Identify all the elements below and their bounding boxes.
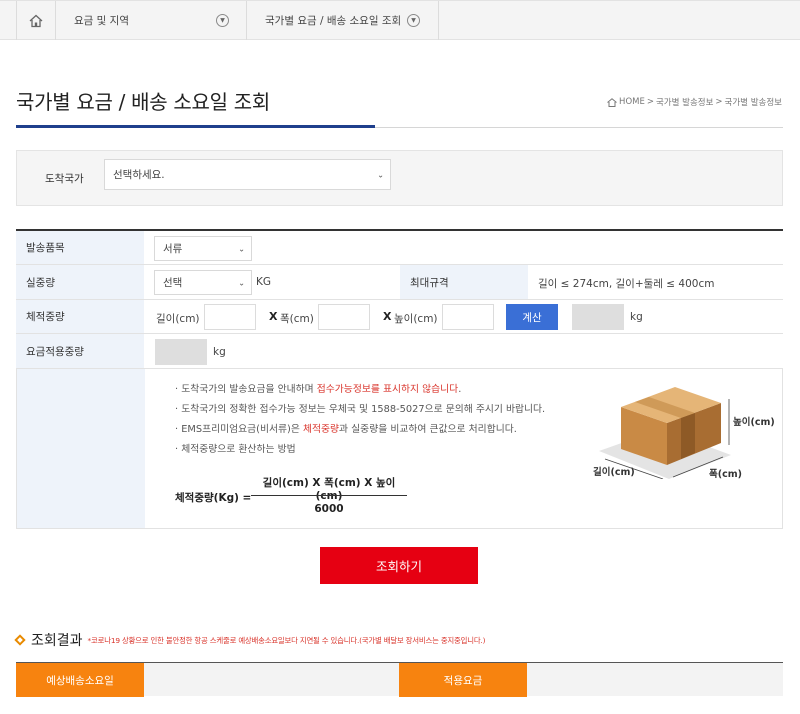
shipping-form-table: 발송품목 서류 ⌄ 실중량 선택 ⌄ KG 최대규격 길이 ≤ 274cm, 길… (16, 229, 783, 529)
max-size-label: 최대규격 (400, 265, 528, 299)
result-header: 조회결과 *코로나19 상황으로 인한 불안정한 항공 스케줄로 예상배송소요일… (14, 630, 486, 650)
volumetric-weight-label: 체적중량 (16, 300, 144, 333)
actual-weight-select[interactable]: 선택 ⌄ (154, 270, 252, 295)
width-input[interactable] (318, 304, 370, 330)
info-line-2: · 도착국가의 정확한 접수가능 정보는 우체국 및 1588-5027으로 문… (175, 404, 546, 415)
length-input[interactable] (204, 304, 256, 330)
breadcrumb-item[interactable]: 국가별 발송정보 (656, 96, 713, 108)
destination-country-select[interactable]: 선택하세요. ⌄ (104, 159, 391, 190)
destination-panel: 도착국가 선택하세요. ⌄ (16, 150, 783, 206)
title-accent-bar (16, 125, 375, 128)
result-table: 예상배송소요일 적용요금 (16, 662, 783, 697)
breadcrumb-current: 국가별 발송정보 (724, 98, 782, 108)
top-navigation: 요금 및 지역 ▼ 국가별 요금 / 배송 소요일 조회 ▼ (0, 0, 800, 40)
item-type-label: 발송품목 (16, 231, 144, 264)
home-icon (29, 14, 43, 27)
breadcrumb: HOME > 국가별 발송정보 > 국가별 발송정보 (607, 96, 782, 108)
info-line-1: · 도착국가의 발송요금을 안내하며 접수가능정보를 표시하지 않습니다. (175, 384, 462, 395)
actual-weight-label: 실중량 (16, 265, 144, 299)
info-line-3: · EMS프리미엄요금(비서류)은 체적중량과 실중량을 비교하여 큰값으로 처… (175, 424, 517, 435)
applied-weight-label: 요금적용중량 (16, 334, 144, 368)
table-row: 발송품목 서류 ⌄ (16, 231, 783, 265)
chevron-down-icon: ⌄ (238, 244, 245, 253)
length-label: 길이(cm) (156, 313, 200, 325)
nav-item-label: 요금 및 지역 (74, 15, 129, 27)
formula-label: 체적중량(Kg) = (175, 492, 252, 504)
info-line-4: · 체적중량으로 환산하는 방법 (175, 444, 296, 455)
destination-select-value: 선택하세요. (113, 169, 165, 181)
formula-numerator: 길이(cm) X 폭(cm) X 높이(cm) (262, 477, 396, 502)
formula-fraction-bar (251, 495, 407, 496)
chevron-down-icon: ▼ (407, 14, 420, 27)
home-icon (607, 97, 617, 107)
nav-item-label: 국가별 요금 / 배송 소요일 조회 (265, 15, 402, 27)
info-cell: · 도착국가의 발송요금을 안내하며 접수가능정보를 표시하지 않습니다. · … (145, 369, 784, 528)
box-width-label: 폭(cm) (709, 469, 742, 480)
diamond-icon (14, 634, 26, 646)
calculate-button[interactable]: 계산 (506, 304, 558, 330)
table-row: 실중량 선택 ⌄ KG 최대규격 길이 ≤ 274cm, 길이+둘레 ≤ 400… (16, 265, 783, 300)
max-size-value: 길이 ≤ 274cm, 길이+둘레 ≤ 400cm (538, 278, 715, 290)
table-row: 체적중량 길이(cm) X 폭(cm) X 높이(cm) 계산 kg (16, 300, 783, 334)
applied-weight-result (155, 339, 207, 365)
page-title: 국가별 요금 / 배송 소요일 조회 (16, 90, 270, 114)
result-title: 조회결과 (31, 633, 83, 649)
nav-dropdown-country-lookup[interactable]: 국가별 요금 / 배송 소요일 조회 ▼ (247, 1, 439, 40)
estimated-delivery-header: 예상배송소요일 (16, 663, 144, 697)
home-button[interactable] (16, 1, 56, 40)
item-type-value: 서류 (163, 243, 183, 255)
chevron-down-icon: ▼ (216, 14, 229, 27)
height-input[interactable] (442, 304, 494, 330)
info-row: · 도착국가의 발송요금을 안내하며 접수가능정보를 표시하지 않습니다. · … (16, 369, 783, 529)
actual-weight-value: 선택 (163, 277, 183, 289)
box-length-label: 길이(cm) (593, 467, 635, 478)
table-row: 요금적용중량 kg (16, 334, 783, 369)
applied-fee-header: 적용요금 (399, 663, 527, 697)
result-notice: *코로나19 상황으로 인한 불안정한 항공 스케줄로 예상배송소요일보다 지연… (87, 635, 486, 645)
multiply-sign: X (383, 310, 392, 323)
chevron-down-icon: ⌄ (377, 170, 384, 179)
info-row-header (17, 369, 145, 528)
box-height-label: 높이(cm) (733, 417, 775, 428)
item-type-select[interactable]: 서류 ⌄ (154, 236, 252, 261)
search-button[interactable]: 조회하기 (320, 547, 478, 584)
breadcrumb-home[interactable]: HOME (619, 97, 645, 107)
multiply-sign: X (269, 310, 278, 323)
applied-weight-unit: kg (213, 346, 226, 358)
width-label: 폭(cm) (280, 313, 314, 325)
chevron-down-icon: ⌄ (238, 278, 245, 287)
nav-dropdown-fees-regions[interactable]: 요금 및 지역 ▼ (56, 1, 247, 40)
destination-label: 도착국가 (45, 173, 84, 185)
volumetric-weight-unit: kg (630, 311, 643, 323)
height-label: 높이(cm) (394, 313, 438, 325)
weight-unit: KG (256, 276, 272, 288)
volumetric-weight-result (572, 304, 624, 330)
formula-denominator: 6000 (314, 503, 344, 515)
